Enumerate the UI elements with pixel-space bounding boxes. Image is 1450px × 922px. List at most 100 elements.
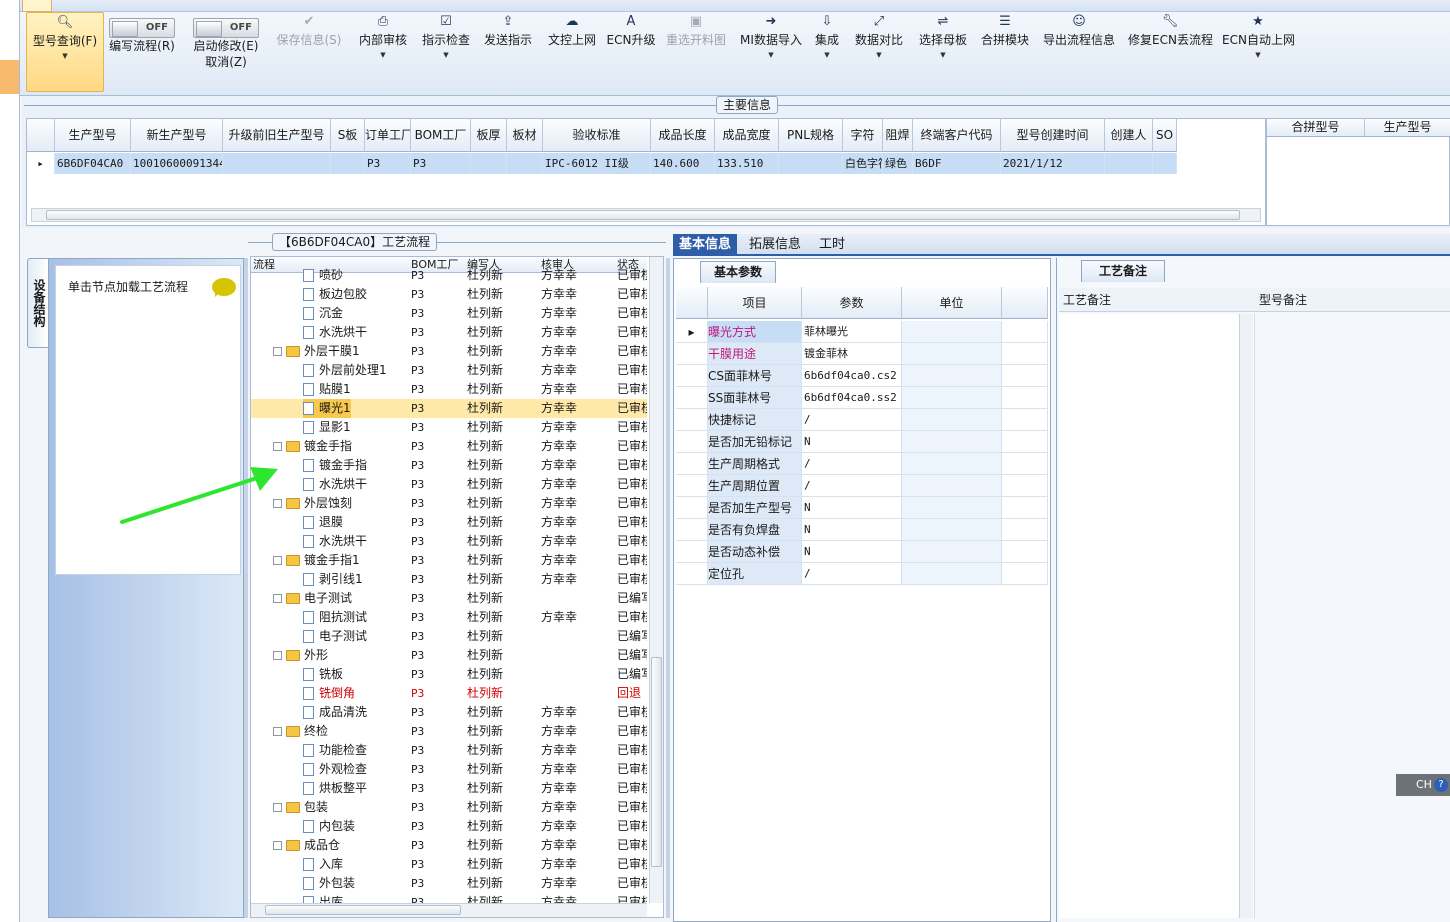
row-indicator[interactable] [676,563,708,585]
tree-node[interactable]: 外包装 [303,874,355,893]
tree-node[interactable]: 铣板 [303,665,343,684]
param-header-item[interactable]: 项目 [708,287,802,319]
side-column-header[interactable]: 合拼型号 [1267,119,1365,137]
param-value-cell[interactable]: / [802,453,902,475]
left-splitter[interactable] [244,258,248,918]
param-value-cell[interactable]: 6b6df04ca0.cs2 [802,365,902,387]
column-header[interactable]: 板厚 [471,119,507,152]
param-header-unit[interactable]: 单位 [902,287,1002,319]
tree-node[interactable]: 水洗烘干 [303,532,367,551]
param-row[interactable]: 定位孔 / [676,563,1048,585]
tab-extended-info[interactable]: 拓展信息 [743,234,807,256]
side-column-header[interactable]: 生产型号 [1365,119,1450,137]
row-indicator[interactable]: ▸ [27,153,55,174]
grid-cell[interactable] [223,153,331,174]
process-remarks-tab[interactable]: 工艺备注 [1081,260,1165,282]
tree-row[interactable]: − 包装 P3 杜列新 方幸幸 已审核 [251,798,647,817]
param-value-cell[interactable]: 6b6df04ca0.ss2 [802,387,902,409]
param-value-cell[interactable]: N [802,519,902,541]
tree-row[interactable]: − 终检 P3 杜列新 方幸幸 已审核 [251,722,647,741]
param-value-cell[interactable]: N [802,497,902,519]
collapse-icon[interactable]: − [273,594,282,603]
tree-node[interactable]: 外观检查 [303,760,367,779]
tree-node[interactable]: 沉金 [303,304,343,323]
param-unit-cell[interactable] [902,541,1002,563]
tree-node[interactable]: 电子测试 [303,627,367,646]
tree-node[interactable]: 退膜 [303,513,343,532]
save-info-button[interactable]: ✔ 保存信息(S) [274,12,344,92]
grid-cell[interactable]: 6B6DF04CA0 [55,153,131,174]
column-header[interactable]: 验收标准 [543,119,651,152]
tree-node[interactable]: 曝光1 [303,399,351,418]
param-value-cell[interactable]: / [802,475,902,497]
equipment-structure-tab[interactable]: 设备结构 [27,258,48,348]
tree-row[interactable]: 烘板整平 P3 杜列新 方幸幸 已审核 [251,779,647,798]
tree-row[interactable]: 水洗烘干 P3 杜列新 方幸幸 已审核 [251,323,647,342]
param-header-value[interactable]: 参数 [802,287,902,319]
tree-row[interactable]: 曝光1 P3 杜列新 方幸幸 已审核 [251,399,647,418]
tree-node[interactable]: − 外形 [273,646,328,665]
remarks-vertical-scrollbar[interactable] [1239,314,1253,918]
row-indicator[interactable] [676,409,708,431]
param-unit-cell[interactable] [902,343,1002,365]
param-unit-cell[interactable] [902,431,1002,453]
collapse-icon[interactable]: − [273,803,282,812]
tree-node[interactable]: − 终检 [273,722,328,741]
horizontal-scrollbar[interactable] [31,208,1261,222]
param-row[interactable]: 快捷标记 / [676,409,1048,431]
grid-cell[interactable]: 140.600 [651,153,715,174]
doc-upload-button[interactable]: ☁ 文控上网 [544,12,600,92]
tree-row[interactable]: 铣倒角 P3 杜列新 回退 [251,684,647,703]
tree-row[interactable]: − 镀金手指 P3 杜列新 方幸幸 已审核 [251,437,647,456]
tree-node[interactable]: 水洗烘干 [303,323,367,342]
param-unit-cell[interactable] [902,387,1002,409]
param-value-cell[interactable]: N [802,541,902,563]
tree-node[interactable]: 内包装 [303,817,355,836]
column-header[interactable]: BOM工厂 [411,119,471,152]
param-row[interactable]: 是否加生产型号 N [676,497,1048,519]
tree-row[interactable]: 电子测试 P3 杜列新 已编写 [251,627,647,646]
tree-node[interactable]: 功能检查 [303,741,367,760]
tree-row[interactable]: − 外形 P3 杜列新 已编写 [251,646,647,665]
param-unit-cell[interactable] [902,497,1002,519]
model-query-button[interactable]: 🔍︎ 型号查询(F) ▼ [26,12,104,92]
tree-node[interactable]: 烘板整平 [303,779,367,798]
tree-node[interactable]: − 镀金手指 [273,437,352,456]
send-instruction-button[interactable]: ⇪ 发送指示 [480,12,536,92]
tree-node[interactable]: 水洗烘干 [303,475,367,494]
tree-node[interactable]: − 外层干膜1 [273,342,360,361]
tree-row[interactable]: − 成品仓 P3 杜列新 方幸幸 已审核 [251,836,647,855]
start-modify-toggle[interactable]: OFF 启动修改(E) 取消(Z) [190,12,262,92]
tree-node[interactable]: 外层前处理1 [303,361,387,380]
off-switch[interactable]: OFF [193,18,259,38]
cancel-label[interactable]: 取消(Z) [190,54,262,70]
tree-row[interactable]: 板边包胶 P3 杜列新 方幸幸 已审核 [251,285,647,304]
row-indicator[interactable] [676,497,708,519]
grid-cell[interactable]: 绿色 [883,153,913,174]
column-header[interactable]: 升级前旧生产型号 [223,119,331,152]
grid-cell[interactable]: B6DF [913,153,1001,174]
param-row[interactable]: 是否有负焊盘 N [676,519,1048,541]
param-unit-cell[interactable] [902,365,1002,387]
param-unit-cell[interactable] [902,563,1002,585]
tree-node[interactable]: − 电子测试 [273,589,352,608]
row-indicator[interactable] [676,343,708,365]
collapse-icon[interactable]: − [273,556,282,565]
param-value-cell[interactable]: 菲林曝光 [802,321,902,343]
scrollbar-thumb[interactable] [651,657,662,867]
write-flow-toggle[interactable]: OFF 编写流程(R) [106,12,178,92]
grid-cell[interactable]: 白色字符 [843,153,883,174]
scrollbar-thumb[interactable] [265,905,461,915]
instruction-check-button[interactable]: ☑ 指示检查 ▼ [418,12,474,92]
param-row[interactable]: 生产周期位置 / [676,475,1048,497]
left-edge-tab[interactable] [0,60,19,94]
grid-cell[interactable] [507,153,543,174]
basic-params-tab[interactable]: 基本参数 [700,261,776,283]
param-unit-cell[interactable] [902,453,1002,475]
column-header[interactable]: 成品宽度 [715,119,779,152]
row-indicator[interactable] [676,541,708,563]
column-header[interactable]: 创建人 [1105,119,1153,152]
grid-cell[interactable] [1105,153,1153,174]
tab-work-hours[interactable]: 工时 [813,234,851,256]
ime-indicator[interactable]: CH ? [1396,774,1450,796]
